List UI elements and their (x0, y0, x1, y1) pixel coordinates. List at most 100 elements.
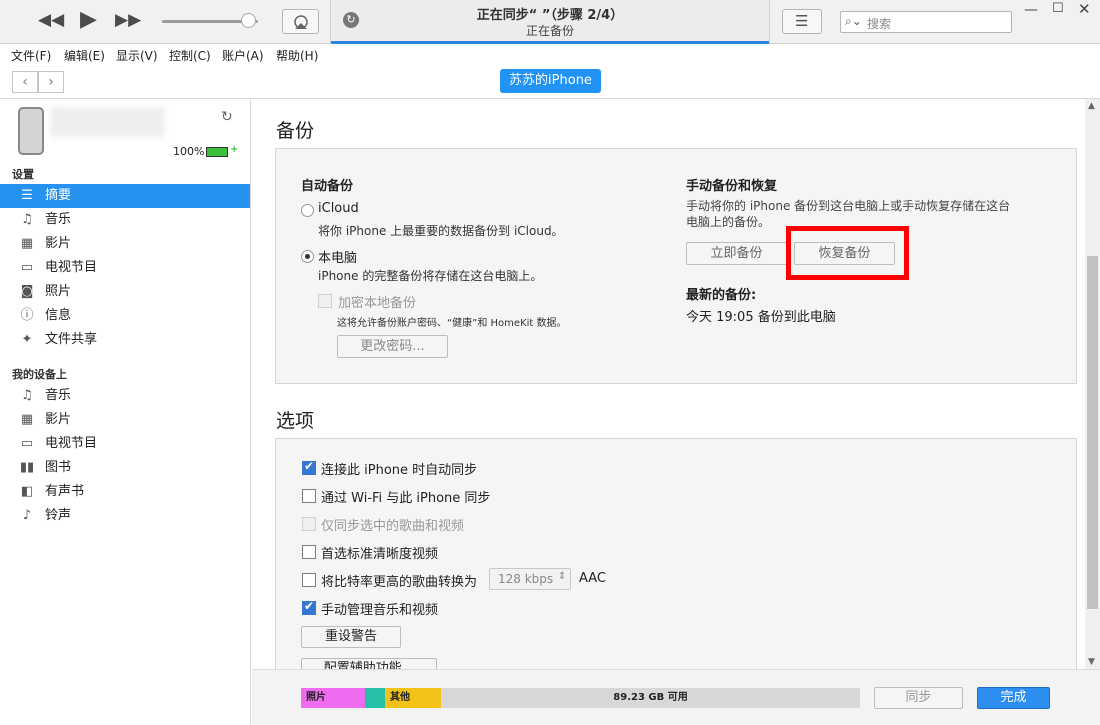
sidebar-item-device-audiobooks[interactable]: ◧ 有声书 (0, 480, 250, 504)
menu-help[interactable]: 帮助(H) (276, 47, 318, 64)
battery-icon (206, 147, 228, 157)
info-icon: ⓘ (20, 308, 34, 323)
film-icon: ▦ (20, 412, 34, 427)
sync-status-subtitle: 正在备份 (525, 24, 574, 38)
book-icon: ▮▮ (19, 460, 35, 475)
local-computer-description: iPhone 的完整备份将存储在这台电脑上。 (318, 269, 543, 283)
storage-apps (365, 688, 385, 708)
status-display: ↻ 正在同步“ ”（步骤 2/4） 正在备份 (330, 0, 770, 44)
backup-now-button[interactable]: 立即备份 (686, 242, 787, 265)
local-computer-label[interactable]: 本电脑 (318, 247, 357, 266)
convert-bitrate-checkbox[interactable] (302, 573, 316, 587)
device-button[interactable]: 苏苏的iPhone (500, 69, 601, 93)
search-input[interactable]: ⌕⌄ 搜索 (840, 11, 1012, 33)
charging-icon: + (230, 144, 239, 155)
menu-view[interactable]: 显示(V) (116, 47, 158, 64)
minimize-icon[interactable]: — (1024, 2, 1038, 18)
sidebar-item-movies[interactable]: ▦ 影片 (0, 232, 250, 256)
chevron-left-icon: ‹ (22, 74, 28, 90)
close-icon[interactable]: ✕ (1078, 0, 1091, 18)
music-icon: ♫ (21, 212, 33, 227)
sidebar-item-device-music[interactable]: ♫ 音乐 (0, 384, 250, 408)
chevron-right-icon: › (48, 74, 54, 90)
device-name-blurred (50, 107, 165, 137)
film-icon: ▦ (20, 236, 34, 251)
search-icon: ⌕⌄ (845, 14, 862, 28)
bell-icon: ♪ (22, 508, 32, 523)
change-password-button[interactable]: 更改密码... (337, 335, 448, 358)
sidebar-item-tv[interactable]: ▭ 电视节目 (0, 256, 250, 280)
sync-progress-bar (331, 41, 769, 44)
wifi-sync-label[interactable]: 通过 Wi-Fi 与此 iPhone 同步 (321, 487, 490, 506)
maximize-icon[interactable]: ☐ (1052, 1, 1064, 16)
options-panel: 连接此 iPhone 时自动同步 通过 Wi-Fi 与此 iPhone 同步 仅… (275, 438, 1077, 669)
sidebar: ↻ 100% + 设置 ☰ 摘要 ♫ 音乐 ▦ 影片 ▭ 电视节目 ◙ 照片 ⓘ 信息 ✦ 文… (0, 99, 251, 725)
encrypt-backup-checkbox[interactable] (318, 294, 332, 308)
encrypt-backup-description: 这将允许备份账户密码、“健康”和 HomeKit 数据。 (337, 318, 567, 329)
manual-backup-desc-line2: 电脑上的备份。 (686, 215, 771, 229)
sync-checked-only-label[interactable]: 仅同步选中的歌曲和视频 (321, 515, 464, 534)
menu-controls[interactable]: 控制(C) (169, 47, 211, 64)
sidebar-item-device-ringtones[interactable]: ♪ 铃声 (0, 504, 250, 528)
music-icon: ♫ (21, 388, 33, 403)
manual-manage-checkbox[interactable] (302, 599, 316, 615)
storage-footer: 照片 其他 89.23 GB 可用 同步 完成 (252, 669, 1100, 725)
menu-account[interactable]: 账户(A) (222, 47, 264, 64)
sidebar-item-info[interactable]: ⓘ 信息 (0, 304, 250, 328)
sidebar-item-photos[interactable]: ◙ 照片 (0, 280, 250, 304)
prefer-sd-video-checkbox[interactable] (302, 545, 316, 559)
stepper-icon: ⇕ (558, 571, 567, 582)
auto-sync-checkbox[interactable] (302, 459, 316, 475)
done-button[interactable]: 完成 (977, 687, 1050, 709)
search-placeholder: 搜索 (867, 17, 892, 31)
manual-manage-label[interactable]: 手动管理音乐和视频 (321, 599, 438, 618)
airplay-button[interactable] (282, 9, 319, 34)
menu-edit[interactable]: 编辑(E) (64, 47, 105, 64)
forward-button[interactable]: › (38, 71, 64, 93)
list-view-button[interactable]: ☰ (782, 9, 822, 34)
on-device-header: 我的设备上 (12, 368, 67, 381)
settings-header: 设置 (12, 168, 34, 181)
audiobook-icon: ◧ (20, 484, 34, 499)
sidebar-item-device-movies[interactable]: ▦ 影片 (0, 408, 250, 432)
tv-icon: ▭ (20, 260, 34, 275)
scroll-up-icon[interactable]: ▲ (1088, 101, 1095, 111)
bitrate-unit: AAC (579, 571, 606, 586)
convert-bitrate-label[interactable]: 将比特率更高的歌曲转换为 (321, 571, 477, 590)
sync-icon[interactable]: ↻ (221, 109, 233, 125)
fast-forward-icon[interactable]: ▶▶ (115, 10, 141, 30)
local-computer-radio[interactable] (301, 250, 314, 263)
highlight-box (786, 226, 909, 280)
wifi-sync-checkbox[interactable] (302, 489, 316, 503)
sidebar-item-device-books[interactable]: ▮▮ 图书 (0, 456, 250, 480)
icloud-label[interactable]: iCloud (318, 201, 359, 216)
encrypt-backup-label[interactable]: 加密本地备份 (338, 292, 416, 311)
storage-photos: 照片 (301, 688, 365, 708)
sidebar-item-summary[interactable]: ☰ 摘要 (0, 184, 250, 208)
sidebar-item-music[interactable]: ♫ 音乐 (0, 208, 250, 232)
volume-knob[interactable] (241, 13, 257, 28)
camera-icon: ◙ (20, 284, 34, 299)
auto-backup-title: 自动备份 (301, 179, 354, 194)
icloud-radio[interactable] (301, 204, 314, 217)
back-button[interactable]: ‹ (12, 71, 38, 93)
prefer-sd-video-label[interactable]: 首选标准清晰度视频 (321, 543, 438, 562)
menu-file[interactable]: 文件(F) (11, 47, 51, 64)
reset-warnings-button[interactable]: 重设警告 (301, 626, 401, 648)
options-section-title: 选项 (276, 410, 315, 432)
sidebar-item-device-tv[interactable]: ▭ 电视节目 (0, 432, 250, 456)
auto-sync-label[interactable]: 连接此 iPhone 时自动同步 (321, 459, 477, 478)
scrollbar-thumb[interactable] (1087, 256, 1098, 609)
sync-button[interactable]: 同步 (874, 687, 963, 709)
accessibility-button[interactable]: 配置辅助功能... (301, 658, 437, 669)
rewind-icon[interactable]: ◀◀ (38, 10, 64, 30)
latest-backup-value: 今天 19:05 备份到此电脑 (686, 310, 836, 325)
scroll-down-icon[interactable]: ▼ (1088, 657, 1095, 667)
manual-backup-desc-line1: 手动将你的 iPhone 备份到这台电脑上或手动恢复存储在这台 (686, 199, 1011, 213)
play-icon[interactable]: ▶ (80, 7, 97, 32)
bitrate-select[interactable]: 128 kbps ⇕ (489, 568, 571, 590)
airplay-icon (294, 15, 308, 29)
sync-checked-only-checkbox[interactable] (302, 517, 316, 531)
sidebar-item-file-sharing[interactable]: ✦ 文件共享 (0, 328, 250, 352)
menu-bar: 文件(F) 编辑(E) 显示(V) 控制(C) 账户(A) 帮助(H) (0, 45, 1100, 66)
